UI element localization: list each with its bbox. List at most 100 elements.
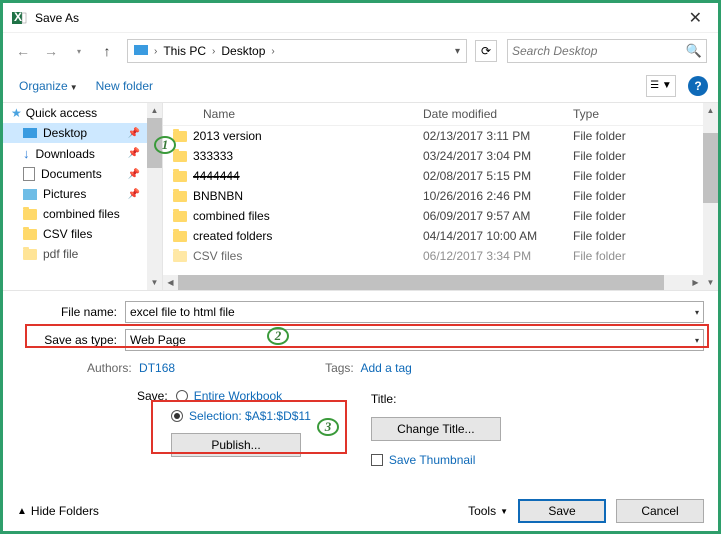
scroll-thumb[interactable] (703, 133, 718, 203)
save-type-label: Save as type: (17, 333, 117, 347)
chevron-right-icon[interactable]: › (152, 46, 159, 57)
help-icon[interactable]: ? (688, 76, 708, 96)
col-modified[interactable]: Date modified (423, 107, 573, 121)
file-row[interactable]: BNBNBN10/26/2016 2:46 PMFile folder (173, 186, 708, 206)
search-icon[interactable]: 🔍 (686, 43, 702, 59)
star-icon: ★ (11, 106, 22, 120)
crumb-this-pc[interactable]: This PC (159, 44, 210, 58)
save-button[interactable]: Save (518, 499, 606, 523)
file-name-label: File name: (17, 305, 117, 319)
hide-folders-button[interactable]: ▲ Hide Folders (17, 504, 99, 518)
dropdown-icon: ▼ (500, 507, 508, 516)
save-radio-group: Save: Entire Workbook Selection: $A$1:$D… (137, 389, 311, 457)
col-type[interactable]: Type (573, 107, 673, 121)
title-label: Title: (371, 392, 397, 406)
scroll-right-icon[interactable]: ▶ (688, 275, 703, 290)
folder-icon (23, 209, 37, 220)
file-name-row: File name: ▾ (17, 301, 704, 323)
meta-row: Authors: DT168 Tags: Add a tag (17, 357, 704, 379)
sidebar-item-desktop[interactable]: Desktop 📌 (3, 123, 162, 143)
file-scrollbar-h[interactable]: ◀ ▶ (163, 275, 703, 290)
save-form: File name: ▾ Save as type: Web Page ▾ Au… (3, 291, 718, 477)
dialog-title: Save As (35, 11, 79, 25)
sidebar-item-downloads[interactable]: ↓ Downloads 📌 (3, 143, 162, 164)
file-row[interactable]: 33333303/24/2017 3:04 PMFile folder (173, 146, 708, 166)
navigation-sidebar: ★ Quick access Desktop 📌 ↓ Downloads 📌 D… (3, 103, 163, 290)
title-field[interactable] (402, 389, 522, 409)
file-row[interactable]: 444444402/08/2017 5:15 PMFile folder (173, 166, 708, 186)
chevron-right-icon[interactable]: › (269, 46, 276, 57)
change-title-button[interactable]: Change Title... (371, 417, 501, 441)
pin-icon: 📌 (128, 189, 140, 200)
scroll-down-icon[interactable]: ▼ (147, 275, 162, 290)
scroll-thumb[interactable] (147, 118, 162, 168)
sidebar-item-combined[interactable]: combined files (3, 204, 162, 224)
save-type-row: Save as type: Web Page ▾ (17, 329, 704, 351)
sidebar-item-csv[interactable]: CSV files (3, 224, 162, 244)
sidebar-item-documents[interactable]: Documents 📌 (3, 164, 162, 184)
sidebar-scrollbar[interactable]: ▲ ▼ (147, 103, 162, 290)
new-folder-button[interactable]: New folder (90, 77, 159, 95)
tags-value[interactable]: Add a tag (360, 361, 411, 375)
selection-radio[interactable] (171, 410, 183, 422)
bottom-bar: ▲ Hide Folders Tools ▼ Save Cancel (3, 491, 718, 531)
col-name[interactable]: Name (173, 107, 423, 121)
quick-access[interactable]: ★ Quick access (3, 103, 162, 123)
cancel-button[interactable]: Cancel (616, 499, 704, 523)
search-box[interactable]: 🔍 (507, 39, 707, 63)
tags-label: Tags: (325, 361, 354, 375)
dropdown-icon[interactable]: ▾ (695, 336, 699, 345)
file-scrollbar-v[interactable]: ▲ ▼ (703, 103, 718, 290)
file-name-field[interactable]: ▾ (125, 301, 704, 323)
file-name-input[interactable] (130, 305, 695, 319)
folder-icon (173, 231, 187, 242)
desktop-icon (23, 128, 37, 138)
crumb-desktop[interactable]: Desktop (217, 44, 269, 58)
save-thumbnail-label[interactable]: Save Thumbnail (389, 453, 476, 467)
scroll-left-icon[interactable]: ◀ (163, 275, 178, 290)
scroll-up-icon[interactable]: ▲ (703, 103, 718, 118)
close-icon[interactable]: ✕ (681, 8, 710, 28)
address-bar[interactable]: › This PC › Desktop › ▾ (127, 39, 467, 63)
folder-icon (23, 229, 37, 240)
sidebar-item-pdf[interactable]: pdf file (3, 244, 162, 264)
pin-icon: 📌 (128, 128, 140, 139)
file-row[interactable]: created folders04/14/2017 10:00 AMFile f… (173, 226, 708, 246)
folder-icon (173, 151, 187, 162)
view-options-button[interactable]: ☰ ▼ (646, 75, 676, 97)
scroll-up-icon[interactable]: ▲ (147, 103, 162, 118)
column-headers: Name Date modified Type (163, 103, 718, 126)
forward-button: → (39, 39, 63, 63)
pin-icon: 📌 (128, 169, 140, 180)
organize-button[interactable]: Organize▼ (13, 77, 84, 95)
scroll-down-icon[interactable]: ▼ (703, 275, 718, 290)
folder-icon (173, 251, 187, 262)
sidebar-item-pictures[interactable]: Pictures 📌 (3, 184, 162, 204)
publish-button[interactable]: Publish... (171, 433, 301, 457)
file-row[interactable]: CSV files06/12/2017 3:34 PMFile folder (173, 246, 708, 266)
recent-dropdown[interactable]: ▾ (67, 39, 91, 63)
address-dropdown[interactable]: ▾ (451, 46, 464, 57)
selection-label[interactable]: Selection: $A$1:$D$11 (189, 409, 311, 423)
file-row[interactable]: 2013 version02/13/2017 3:11 PMFile folde… (173, 126, 708, 146)
scroll-thumb[interactable] (178, 275, 664, 290)
save-thumbnail-checkbox[interactable] (371, 454, 383, 466)
entire-workbook-radio[interactable] (176, 390, 188, 402)
toolbar: Organize▼ New folder ☰ ▼ ? (3, 69, 718, 103)
up-button[interactable]: ↑ (95, 39, 119, 63)
entire-workbook-label[interactable]: Entire Workbook (194, 389, 282, 403)
authors-value[interactable]: DT168 (139, 361, 175, 375)
save-type-field[interactable]: Web Page ▾ (125, 329, 704, 351)
authors-label: Authors: (87, 361, 132, 375)
save-options: Save: Entire Workbook Selection: $A$1:$D… (17, 385, 704, 471)
document-icon (23, 167, 35, 181)
titlebar: X Save As ✕ (3, 3, 718, 33)
tools-button[interactable]: Tools ▼ (468, 504, 508, 518)
dropdown-icon[interactable]: ▾ (695, 308, 699, 317)
back-button[interactable]: ← (11, 39, 35, 63)
svg-text:X: X (14, 10, 22, 24)
refresh-button[interactable]: ⟳ (475, 40, 497, 62)
file-row[interactable]: combined files06/09/2017 9:57 AMFile fol… (173, 206, 708, 226)
chevron-right-icon[interactable]: › (210, 46, 217, 57)
search-input[interactable] (512, 44, 686, 58)
